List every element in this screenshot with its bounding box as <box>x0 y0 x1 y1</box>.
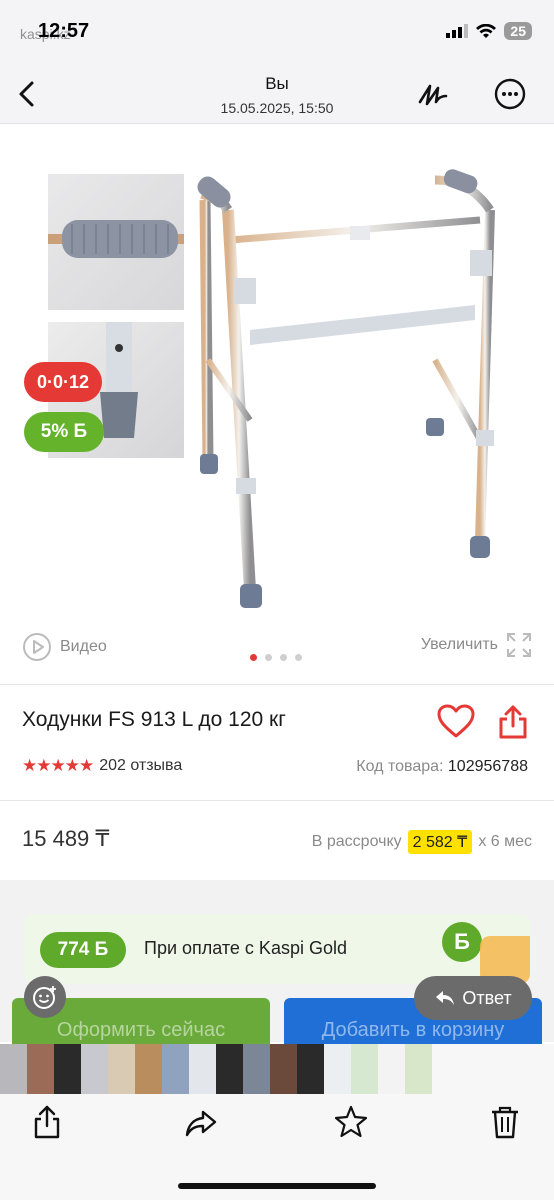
pagination-dot[interactable] <box>265 654 272 661</box>
emoji-icon <box>33 986 56 1009</box>
walker-image <box>197 169 495 608</box>
kaspi-bonus-chip: 774 Б <box>40 932 126 968</box>
emoji-button[interactable] <box>24 976 66 1018</box>
more-icon[interactable] <box>494 78 526 110</box>
film-frame[interactable] <box>432 1044 459 1094</box>
product-code-value: 102956788 <box>447 758 528 775</box>
film-frame[interactable] <box>27 1044 54 1094</box>
reply-label: Ответ <box>462 987 512 1008</box>
film-frame[interactable] <box>108 1044 135 1094</box>
top-bar: kaspi.kz 12:57 25 Вы 15.05.2025, 15:50 <box>0 0 554 124</box>
divider <box>0 684 554 685</box>
film-frame[interactable] <box>270 1044 297 1094</box>
forward-icon[interactable] <box>184 1104 218 1140</box>
kaspi-gold-text: При оплате с Kaspi Gold <box>144 938 347 958</box>
film-frame[interactable] <box>189 1044 216 1094</box>
pagination-dot[interactable] <box>295 654 302 661</box>
installment-term: x 6 мес <box>478 833 532 850</box>
battery-indicator: 25 <box>504 22 532 40</box>
chat-title: Вы <box>265 74 289 93</box>
signal-icon <box>446 24 469 38</box>
zoom-label: Увеличить <box>420 636 498 653</box>
divider <box>0 800 554 801</box>
film-frame[interactable] <box>162 1044 189 1094</box>
installment-label: В рассрочку <box>311 833 402 850</box>
product-code: Код товара: 102956788 <box>356 758 528 776</box>
film-frame[interactable] <box>135 1044 162 1094</box>
expand-icon <box>507 633 531 657</box>
draw-icon[interactable] <box>416 78 450 110</box>
heart-icon[interactable] <box>436 704 476 740</box>
gallery-pagination[interactable] <box>250 654 302 661</box>
product-price: 15 489 ₸ <box>22 826 110 851</box>
play-icon <box>23 633 51 661</box>
film-frame[interactable] <box>351 1044 378 1094</box>
film-frame[interactable] <box>81 1044 108 1094</box>
installment-badge: 0·0·12 <box>24 362 102 402</box>
installment-amount: 2 582 ₸ <box>407 830 473 854</box>
film-frame[interactable] <box>243 1044 270 1094</box>
pagination-dot[interactable] <box>280 654 287 661</box>
film-frame[interactable] <box>216 1044 243 1094</box>
installment-info[interactable]: В рассрочку 2 582 ₸ x 6 мес <box>312 830 532 854</box>
home-indicator <box>178 1183 376 1189</box>
star-icon[interactable] <box>334 1104 368 1140</box>
chat-date: 15.05.2025, 15:50 <box>220 100 334 116</box>
product-title: Ходунки FS 913 L до 120 кг <box>22 708 286 731</box>
status-time: 12:57 <box>38 20 90 42</box>
film-frame[interactable] <box>0 1044 27 1094</box>
share-icon[interactable] <box>496 704 530 740</box>
pagination-dot[interactable] <box>250 654 257 661</box>
film-frame[interactable] <box>54 1044 81 1094</box>
wifi-icon <box>476 23 497 38</box>
reply-button[interactable]: Ответ <box>414 976 532 1020</box>
film-frame[interactable] <box>378 1044 405 1094</box>
bonus-badge: 5% Б <box>24 412 104 452</box>
product-gallery[interactable]: 0·0·12 5% Б Видео Увеличить <box>0 124 554 682</box>
film-frame[interactable] <box>405 1044 432 1094</box>
rating[interactable]: ★★★★★ 202 отзыва <box>22 756 182 776</box>
reply-icon <box>436 991 455 1005</box>
video-button[interactable]: Видео <box>22 632 107 662</box>
media-filmstrip[interactable] <box>0 1044 554 1094</box>
share-out-icon[interactable] <box>30 1104 64 1140</box>
handle-detail-image <box>48 174 184 310</box>
status-icons: 25 <box>446 22 532 40</box>
trash-icon[interactable] <box>488 1104 522 1140</box>
kaspi-bonus-logo: Б <box>442 922 482 962</box>
rating-stars: ★★★★★ <box>22 756 94 775</box>
film-frame[interactable] <box>297 1044 324 1094</box>
kaspi-gold-banner[interactable]: 774 Б При оплате с Kaspi Gold Б <box>24 914 530 984</box>
product-code-label: Код товара: <box>356 758 444 775</box>
video-label: Видео <box>60 638 107 655</box>
film-frame[interactable] <box>324 1044 351 1094</box>
reviews-count[interactable]: 202 отзыва <box>99 757 182 775</box>
zoom-button[interactable]: Увеличить <box>421 632 532 658</box>
